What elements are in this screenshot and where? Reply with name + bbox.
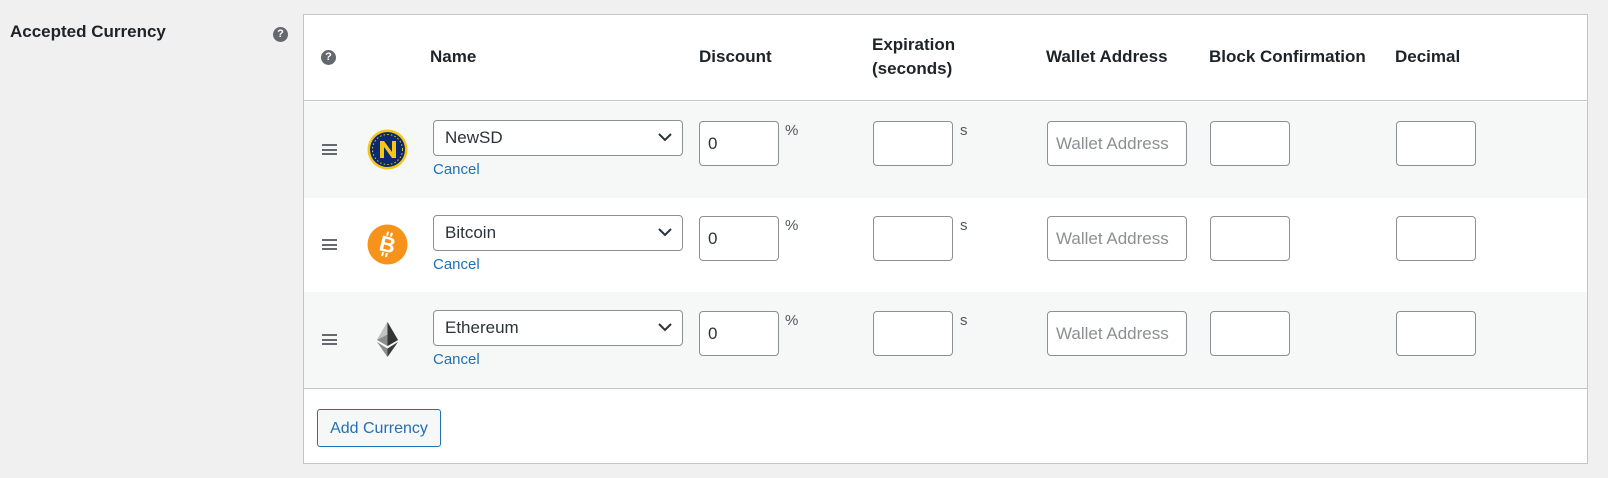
discount-unit: % bbox=[785, 217, 799, 234]
header-wallet-address: Wallet Address bbox=[1046, 47, 1168, 66]
accepted-currency-label: Accepted Currency bbox=[10, 22, 166, 41]
cancel-link[interactable]: Cancel bbox=[433, 161, 480, 178]
header-expiration: Expiration (seconds) bbox=[872, 33, 955, 81]
block-confirmation-input[interactable] bbox=[1210, 216, 1290, 261]
discount-input[interactable]: 0 bbox=[699, 311, 779, 356]
table-footer: Add Currency bbox=[304, 388, 1587, 465]
discount-input[interactable]: 0 bbox=[699, 121, 779, 166]
discount-unit: % bbox=[785, 312, 799, 329]
decimal-input[interactable] bbox=[1396, 216, 1476, 261]
header-discount: Discount bbox=[699, 47, 772, 66]
currency-select[interactable]: Ethereum bbox=[433, 310, 683, 346]
table-row: NewSD Cancel 0 % s Wallet Address bbox=[304, 102, 1587, 198]
expiration-input[interactable] bbox=[873, 216, 953, 261]
table-header: ? Name Discount Expiration (seconds) Wal… bbox=[304, 15, 1587, 101]
currency-select-value: Bitcoin bbox=[445, 223, 497, 242]
wallet-address-input[interactable]: Wallet Address bbox=[1047, 121, 1187, 166]
header-name: Name bbox=[430, 47, 477, 66]
add-currency-button[interactable]: Add Currency bbox=[317, 409, 441, 447]
decimal-input[interactable] bbox=[1396, 311, 1476, 356]
drag-handle-icon[interactable] bbox=[322, 334, 337, 345]
question-circle-icon[interactable]: ? bbox=[321, 50, 336, 65]
wallet-address-input[interactable]: Wallet Address bbox=[1047, 311, 1187, 356]
cancel-link[interactable]: Cancel bbox=[433, 256, 480, 273]
chevron-down-icon bbox=[658, 228, 672, 237]
expiration-input[interactable] bbox=[873, 311, 953, 356]
wallet-address-input[interactable]: Wallet Address bbox=[1047, 216, 1187, 261]
header-expiration-line2: (seconds) bbox=[872, 59, 953, 78]
drag-handle-icon[interactable] bbox=[322, 239, 337, 250]
discount-input[interactable]: 0 bbox=[699, 216, 779, 261]
expiration-unit: s bbox=[960, 122, 968, 139]
block-confirmation-input[interactable] bbox=[1210, 311, 1290, 356]
expiration-unit: s bbox=[960, 312, 968, 329]
currency-select[interactable]: Bitcoin bbox=[433, 215, 683, 251]
currency-table: ? Name Discount Expiration (seconds) Wal… bbox=[303, 14, 1588, 464]
bitcoin-logo: B bbox=[367, 224, 408, 265]
cancel-link[interactable]: Cancel bbox=[433, 351, 480, 368]
decimal-input[interactable] bbox=[1396, 121, 1476, 166]
chevron-down-icon bbox=[658, 133, 672, 142]
header-block-confirmation: Block Confirmation bbox=[1209, 47, 1366, 66]
newsd-logo bbox=[367, 129, 408, 170]
drag-handle-icon[interactable] bbox=[322, 144, 337, 155]
header-expiration-line1: Expiration bbox=[872, 35, 956, 54]
currency-select[interactable]: NewSD bbox=[433, 120, 683, 156]
table-row: B Bitcoin Cancel 0 % s Wallet Address bbox=[304, 197, 1587, 293]
header-decimal: Decimal bbox=[1395, 47, 1461, 66]
table-row: Ethereum Cancel 0 % s Wallet Address bbox=[304, 292, 1587, 388]
discount-unit: % bbox=[785, 122, 799, 139]
chevron-down-icon bbox=[658, 323, 672, 332]
question-circle-icon[interactable]: ? bbox=[273, 27, 288, 42]
currency-select-value: NewSD bbox=[445, 128, 503, 147]
expiration-unit: s bbox=[960, 217, 968, 234]
expiration-input[interactable] bbox=[873, 121, 953, 166]
currency-select-value: Ethereum bbox=[445, 318, 519, 337]
ethereum-logo bbox=[377, 322, 398, 357]
block-confirmation-input[interactable] bbox=[1210, 121, 1290, 166]
